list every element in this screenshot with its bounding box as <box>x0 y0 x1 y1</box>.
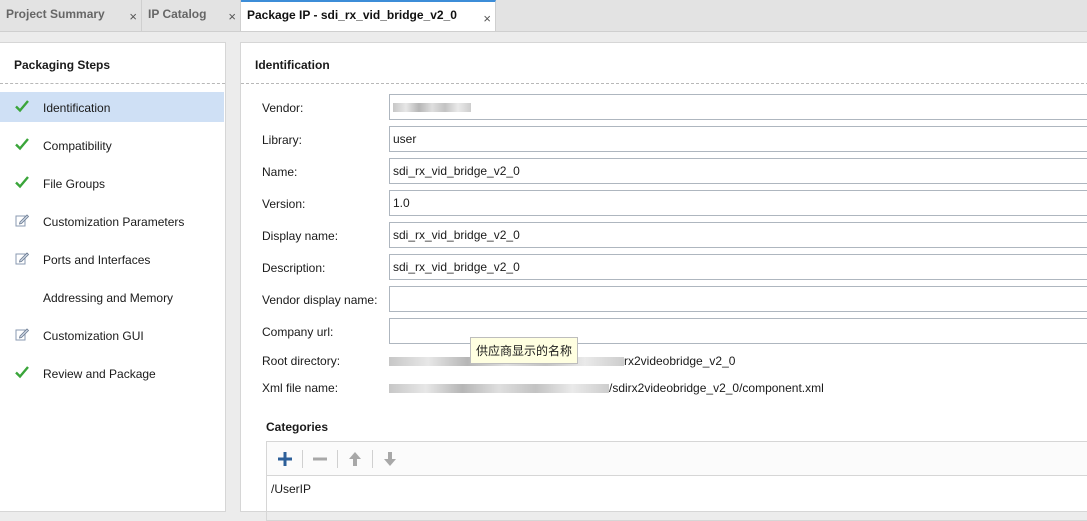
tab-label: Project Summary <box>6 7 105 21</box>
step-label: Customization GUI <box>43 329 144 343</box>
step-customization-parameters[interactable]: Customization Parameters <box>0 206 224 236</box>
tooltip: 供应商显示的名称 <box>470 337 579 364</box>
remove-icon[interactable] <box>309 448 331 470</box>
close-icon[interactable]: × <box>129 9 137 24</box>
editor-tab-bar: Project Summary × IP Catalog × Package I… <box>0 0 1087 32</box>
tab-ip-catalog[interactable]: IP Catalog × <box>142 0 241 31</box>
description-field[interactable]: sdi_rx_vid_bridge_v2_0 <box>389 254 1087 280</box>
tab-project-summary[interactable]: Project Summary × <box>0 0 142 31</box>
root-directory-suffix: rx2videobridge_v2_0 <box>624 354 736 368</box>
vendor-display-name-field[interactable] <box>389 286 1087 312</box>
identification-panel: Identification Vendor: Library: user Nam… <box>240 42 1087 521</box>
xml-file-name-label: Xml file name: <box>262 381 339 395</box>
step-compatibility[interactable]: Compatibility <box>0 130 224 160</box>
tab-label: IP Catalog <box>148 7 207 21</box>
add-icon[interactable] <box>274 448 296 470</box>
display-name-label: Display name: <box>262 229 339 243</box>
step-label: Compatibility <box>43 139 112 153</box>
vendor-display-name-label: Vendor display name: <box>262 293 378 307</box>
version-field[interactable]: 1.0 <box>389 190 1087 216</box>
vendor-label: Vendor: <box>262 101 304 115</box>
step-label: File Groups <box>43 177 106 191</box>
step-label: Addressing and Memory <box>43 291 174 305</box>
divider <box>241 83 1087 84</box>
step-customization-gui[interactable]: Customization GUI <box>0 320 224 350</box>
toolbar-separator <box>302 450 303 468</box>
edit-icon <box>15 252 30 265</box>
redacted-value <box>393 103 471 113</box>
description-label: Description: <box>262 261 326 275</box>
tab-package-ip[interactable]: Package IP - sdi_rx_vid_bridge_v2_0 × <box>241 0 496 31</box>
name-field[interactable]: sdi_rx_vid_bridge_v2_0 <box>389 158 1087 184</box>
close-icon[interactable]: × <box>228 9 236 24</box>
move-down-icon[interactable] <box>379 448 401 470</box>
step-ports-and-interfaces[interactable]: Ports and Interfaces <box>0 244 224 274</box>
check-icon <box>15 366 29 379</box>
library-label: Library: <box>262 133 303 147</box>
section-title: Identification <box>255 58 330 72</box>
tab-label: Package IP - sdi_rx_vid_bridge_v2_0 <box>247 8 457 22</box>
packaging-steps-panel: Packaging Steps Identification Compatibi… <box>0 42 226 512</box>
company-url-label: Company url: <box>262 325 334 339</box>
check-icon <box>15 138 29 151</box>
check-icon <box>15 176 29 189</box>
step-label: Ports and Interfaces <box>43 253 151 267</box>
move-up-icon[interactable] <box>344 448 366 470</box>
check-icon <box>15 100 29 113</box>
edit-icon <box>15 328 30 341</box>
name-label: Name: <box>262 165 298 179</box>
version-label: Version: <box>262 197 306 211</box>
xml-file-name-value: /sdirx2videobridge_v2_0/component.xml <box>389 381 824 395</box>
step-addressing-and-memory[interactable]: Addressing and Memory <box>0 282 224 312</box>
redacted-value <box>389 384 609 394</box>
display-name-field[interactable]: sdi_rx_vid_bridge_v2_0 <box>389 222 1087 248</box>
step-label: Customization Parameters <box>43 215 185 229</box>
step-label: Identification <box>43 101 111 115</box>
categories-list: /UserIP <box>266 441 1087 521</box>
library-field[interactable]: user <box>389 126 1087 152</box>
xml-file-name-suffix: /sdirx2videobridge_v2_0/component.xml <box>609 381 824 395</box>
step-file-groups[interactable]: File Groups <box>0 168 224 198</box>
panel-title: Packaging Steps <box>14 58 111 72</box>
step-label: Review and Package <box>43 367 156 381</box>
step-review-and-package[interactable]: Review and Package <box>0 358 224 388</box>
toolbar-separator <box>372 450 373 468</box>
edit-icon <box>15 214 30 227</box>
categories-title: Categories <box>266 420 329 434</box>
vendor-field[interactable] <box>389 94 1087 120</box>
root-directory-label: Root directory: <box>262 354 341 368</box>
divider <box>0 83 225 84</box>
list-item[interactable]: /UserIP <box>271 482 311 496</box>
categories-toolbar <box>267 442 1087 476</box>
step-identification[interactable]: Identification <box>0 92 224 122</box>
toolbar-separator <box>337 450 338 468</box>
close-icon[interactable]: × <box>483 11 491 26</box>
